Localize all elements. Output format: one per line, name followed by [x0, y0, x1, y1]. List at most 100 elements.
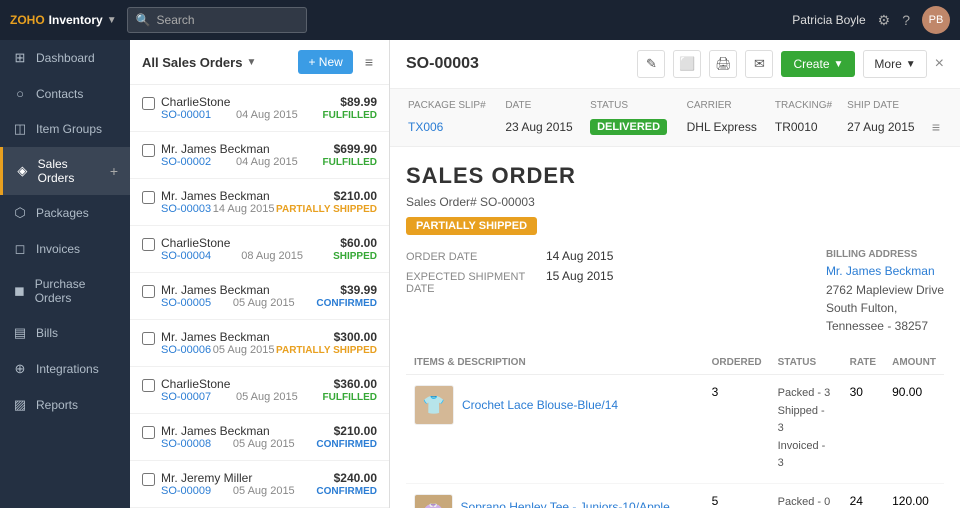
so-info-billing: ORDER DATE 14 Aug 2015 EXPECTED SHIPMENT…: [406, 249, 944, 335]
email-icon[interactable]: ✉: [745, 50, 773, 78]
order-customer: Mr. James Beckman: [161, 189, 270, 203]
item-status-line: Shipped - 3: [778, 403, 834, 438]
create-button[interactable]: Create ▼: [781, 51, 855, 77]
sidebar-item-reports[interactable]: ▨ Reports: [0, 387, 130, 423]
new-order-button[interactable]: + New: [298, 50, 352, 74]
order-list-item[interactable]: CharlieStone $360.00 SO-00007 05 Aug 201…: [130, 367, 389, 414]
sidebar-item-item-groups[interactable]: ◫ Item Groups: [0, 111, 130, 147]
order-checkbox[interactable]: [142, 144, 155, 157]
item-ordered: 3: [704, 375, 770, 484]
order-checkbox[interactable]: [142, 332, 155, 345]
sidebar-item-purchase-orders[interactable]: ◼ Purchase Orders: [0, 267, 130, 315]
order-date: 04 Aug 2015: [236, 156, 298, 168]
order-id: SO-00005: [161, 297, 211, 309]
order-amount: $210.00: [334, 424, 377, 438]
item-ordered: 5: [704, 483, 770, 508]
packages-icon: ⬡: [12, 205, 28, 221]
pkg-slip-link[interactable]: TX006: [408, 120, 443, 134]
pkg-date-header: DATE: [505, 97, 588, 114]
order-status: FULFILLED: [323, 110, 377, 121]
create-caret-icon: ▼: [834, 59, 844, 70]
item-groups-icon: ◫: [12, 121, 28, 137]
order-amount: $300.00: [334, 330, 377, 344]
expected-date-row: EXPECTED SHIPMENT DATE 15 Aug 2015: [406, 269, 613, 295]
app-name: Inventory: [49, 13, 103, 27]
user-name: Patricia Boyle: [792, 13, 865, 27]
order-status: PARTIALLY SHIPPED: [276, 345, 377, 356]
order-checkbox[interactable]: [142, 191, 155, 204]
sidebar-item-bills[interactable]: ▤ Bills: [0, 315, 130, 351]
order-list-item[interactable]: Mr. Jeremy Miller $240.00 SO-00009 05 Au…: [130, 461, 389, 508]
orders-menu-icon[interactable]: ≡: [361, 50, 377, 74]
order-checkbox[interactable]: [142, 473, 155, 486]
item-name-link[interactable]: Crochet Lace Blouse-Blue/14: [462, 398, 618, 412]
edit-icon[interactable]: ✎: [637, 50, 665, 78]
order-customer: Mr. James Beckman: [161, 424, 270, 438]
order-id: SO-00008: [161, 438, 211, 450]
col-rate: RATE: [842, 351, 884, 375]
order-amount: $240.00: [334, 471, 377, 485]
package-bar: PACKAGE SLIP# DATE STATUS CARRIER TRACKI…: [390, 89, 960, 147]
pkg-carrier-header: CARRIER: [687, 97, 773, 114]
order-date: 05 Aug 2015: [233, 438, 295, 450]
order-date: 04 Aug 2015: [236, 109, 298, 121]
detail-body: SALES ORDER Sales Order# SO-00003 PARTIA…: [390, 147, 960, 508]
item-name-link[interactable]: Soprano Henley Tee - Juniors-10/Apple Bu…: [461, 500, 696, 508]
search-box[interactable]: 🔍: [127, 7, 307, 33]
order-list-item[interactable]: Mr. James Beckman $699.90 SO-00002 04 Au…: [130, 132, 389, 179]
topbar: ZOHO Inventory ▼ 🔍 Patricia Boyle ⚙ ? PB: [0, 0, 960, 40]
order-checkbox[interactable]: [142, 426, 155, 439]
item-status-line: Packed - 3: [778, 385, 834, 403]
order-checkbox[interactable]: [142, 97, 155, 110]
pkg-status-header: STATUS: [590, 97, 685, 114]
sidebar-item-sales-orders[interactable]: ◈ Sales Orders +: [0, 147, 130, 195]
col-items: ITEMS & DESCRIPTION: [406, 351, 704, 375]
order-checkbox[interactable]: [142, 238, 155, 251]
dashboard-icon: ⊞: [12, 50, 28, 66]
col-status: STATUS: [770, 351, 842, 375]
add-sales-order-icon[interactable]: +: [110, 163, 118, 179]
integrations-icon: ⊕: [12, 361, 28, 377]
order-customer: Mr. James Beckman: [161, 330, 270, 344]
orders-title-caret[interactable]: ▼: [246, 57, 256, 68]
sidebar-item-integrations[interactable]: ⊕ Integrations: [0, 351, 130, 387]
print-icon[interactable]: 🖨: [709, 50, 737, 78]
order-checkbox[interactable]: [142, 379, 155, 392]
billing-block: BILLING ADDRESS Mr. James Beckman 2762 M…: [826, 249, 944, 335]
order-amount: $360.00: [334, 377, 377, 391]
item-rate: 30: [842, 375, 884, 484]
order-status: PARTIALLY SHIPPED: [276, 204, 377, 215]
order-list-item[interactable]: CharlieStone $60.00 SO-00004 08 Aug 2015…: [130, 226, 389, 273]
more-button[interactable]: More ▼: [863, 50, 926, 78]
order-list-item[interactable]: Mr. James Beckman $300.00 SO-00006 05 Au…: [130, 320, 389, 367]
item-status-line: Packed - 0: [778, 494, 834, 508]
item-amount: 120.00: [884, 483, 944, 508]
pkg-menu-icon[interactable]: ≡: [932, 119, 940, 135]
order-list-item[interactable]: CharlieStone $89.99 SO-00001 04 Aug 2015…: [130, 85, 389, 132]
item-status-line: Invoiced - 3: [778, 438, 834, 473]
order-list-item[interactable]: Mr. James Beckman $210.00 SO-00008 05 Au…: [130, 414, 389, 461]
so-status-badge: PARTIALLY SHIPPED: [406, 217, 537, 235]
close-button[interactable]: ×: [935, 55, 944, 73]
sidebar-item-dashboard[interactable]: ⊞ Dashboard: [0, 40, 130, 76]
sidebar-item-invoices[interactable]: ◻ Invoices: [0, 231, 130, 267]
order-list-item[interactable]: Mr. James Beckman $210.00 SO-00003 14 Au…: [130, 179, 389, 226]
billing-name: Mr. James Beckman: [826, 264, 944, 278]
app-logo: ZOHO Inventory ▼: [10, 13, 117, 27]
pdf-icon[interactable]: ⬜: [673, 50, 701, 78]
order-list-item[interactable]: Mr. James Beckman $39.99 SO-00005 05 Aug…: [130, 273, 389, 320]
sidebar-item-packages[interactable]: ⬡ Packages: [0, 195, 130, 231]
expected-date-value: 15 Aug 2015: [546, 269, 613, 283]
order-customer: CharlieStone: [161, 236, 230, 250]
sidebar-item-contacts[interactable]: ○ Contacts: [0, 76, 130, 111]
billing-address: 2762 Mapleview Drive South Fulton, Tenne…: [826, 281, 944, 335]
order-checkbox[interactable]: [142, 285, 155, 298]
billing-title: BILLING ADDRESS: [826, 249, 944, 260]
order-status: CONFIRMED: [316, 486, 377, 497]
order-date: 05 Aug 2015: [233, 485, 295, 497]
purchase-orders-icon: ◼: [12, 283, 27, 299]
help-icon[interactable]: ?: [902, 12, 910, 28]
order-date: 14 Aug 2015: [213, 203, 275, 215]
settings-icon[interactable]: ⚙: [878, 12, 891, 29]
search-input[interactable]: [157, 13, 298, 27]
